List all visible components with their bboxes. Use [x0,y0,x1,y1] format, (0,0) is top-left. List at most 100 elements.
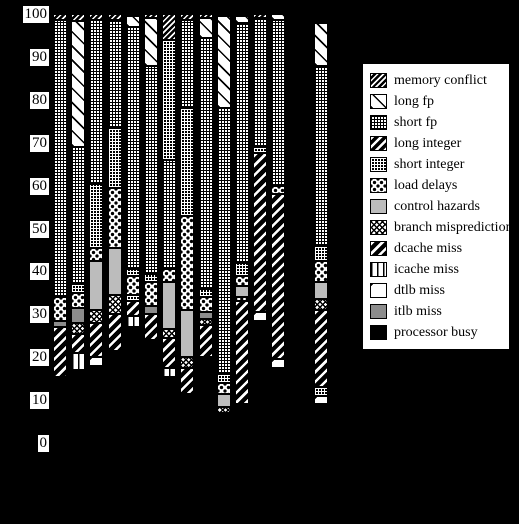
bar-5 [125,14,140,443]
bar-segment-load-delays [107,187,122,248]
legend-item-long-fp: long fp [370,91,503,112]
bar-segment-icache-miss [125,316,140,328]
legend-swatch-icon-short-fp [370,115,387,130]
legend-swatch-icon-control-hazards [370,199,387,214]
bar-segment-short-fp [271,20,286,186]
bar-segment-dcache-miss [253,153,268,313]
legend-label: branch misprediction [394,220,513,235]
bar-segment-processor-busy [180,393,195,443]
legend-swatch-icon-itlb-miss [370,304,387,319]
bar-segment-short-integer [235,262,249,276]
bar-segment-short-integer [216,374,231,383]
legend-item-long-integer: long integer [370,133,503,154]
bar-segment-short-fp [71,147,86,285]
legend-label: long fp [394,94,435,109]
bar-11 [235,14,249,443]
bar-segment-short-fp [180,20,195,109]
legend-item-icache-miss: icache miss [370,259,503,280]
bar-segment-long-fp [125,16,140,27]
bar-segment-dtlb-miss [253,312,268,321]
chart-legend: memory conflict long fp short fp long integ… [362,63,513,350]
bar-segment-short-fp [216,108,231,375]
bar-1 [53,14,67,443]
legend-swatch-icon-icache-miss [370,262,387,277]
legend-label: icache miss [394,262,459,277]
bar-segment-icache-miss [162,367,177,377]
bar-segment-control-hazards [162,282,177,330]
bar-segment-branch-misprediction [89,310,104,323]
bar-segment-control-hazards [235,286,249,298]
bar-segment-load-delays [198,297,213,313]
legend-item-control-hazards: control hazards [370,196,503,217]
bar-segment-processor-busy [53,376,67,443]
legend-label: load delays [394,178,458,193]
bar-segment-load-delays [271,185,286,195]
bar-segment-short-fp [235,22,249,263]
bar-segment-memory-conflict [162,14,177,40]
bar-segment-load-delays [235,275,249,287]
bar-segment-control-hazards [107,247,122,296]
bar-segment-dtlb-miss [313,395,328,405]
bar-segment-processor-busy [162,376,177,443]
bar-13 [271,14,286,443]
bar-3 [89,14,104,443]
legend-label: processor busy [394,325,478,340]
bar-segment-processor-busy [313,404,328,443]
bar-10 [216,14,231,443]
bar-8 [180,14,195,443]
bar-segment-load-delays [180,215,195,311]
legend-swatch-icon-long-fp [370,94,387,109]
bar-segment-long-fp [144,18,158,66]
bar-segment-branch-misprediction [313,299,328,311]
legend-item-dtlb-miss: dtlb miss [370,280,503,301]
plot-area [0,0,355,470]
legend-label: itlb miss [394,304,442,319]
legend-item-memory-conflict: memory conflict [370,70,503,91]
bar-segment-load-delays [144,282,158,306]
bar-segment-branch-misprediction [107,295,122,315]
bar-segment-dcache-miss [198,325,213,358]
legend-item-load-delays: load delays [370,175,503,196]
legend-label: memory conflict [394,73,487,88]
bar-segment-short-fp [144,65,158,274]
bar-segment-dcache-miss [107,314,122,351]
bar-segment-short-fp [198,37,213,289]
legend-swatch-icon-branch-misprediction [370,220,387,235]
bar-segment-dcache-miss [235,301,249,405]
bar-segment-load-delays [125,275,140,296]
legend-label: control hazards [394,199,480,214]
bar-segment-short-integer [71,284,86,293]
legend-item-short-integer: short integer [370,154,503,175]
bar-segment-control-hazards [180,310,195,358]
bar-segment-short-fp [53,20,67,298]
bar-segment-long-fp [216,16,231,109]
bar-segment-processor-busy [253,320,268,443]
legend-swatch-icon-load-delays [370,178,387,193]
legend-label: short integer [394,157,465,172]
bar-segment-short-integer [107,127,122,188]
bar-segment-short-fp [162,159,177,270]
legend-swatch-icon-memory-conflict [370,73,387,88]
legend-item-branch-misprediction: branch misprediction [370,217,513,238]
bar-segment-short-integer [162,39,177,160]
bar-segment-icache-miss [71,352,86,371]
legend-swatch-icon-dtlb-miss [370,283,387,298]
legend-label: short fp [394,115,438,130]
bar-segment-dcache-miss [162,337,177,368]
bar-segment-load-delays [89,247,104,261]
legend-item-short-fp: short fp [370,112,503,133]
legend-item-itlb-miss: itlb miss [370,301,503,322]
bar-segment-load-delays [162,269,177,283]
legend-label: dtlb miss [394,283,445,298]
bar-12 [253,14,268,443]
bar-segment-dcache-miss [53,327,67,377]
bar-segment-short-integer [180,108,195,216]
bar-segment-short-fp [253,18,268,148]
bar-segment-control-hazards [313,282,328,300]
bar-6 [144,14,158,443]
bar-segment-itlb-miss [71,307,86,323]
bar-segment-branch-misprediction [162,329,177,338]
legend-label: long integer [394,136,462,151]
bar-avg [313,22,328,443]
bar-segment-itlb-miss [144,305,158,315]
